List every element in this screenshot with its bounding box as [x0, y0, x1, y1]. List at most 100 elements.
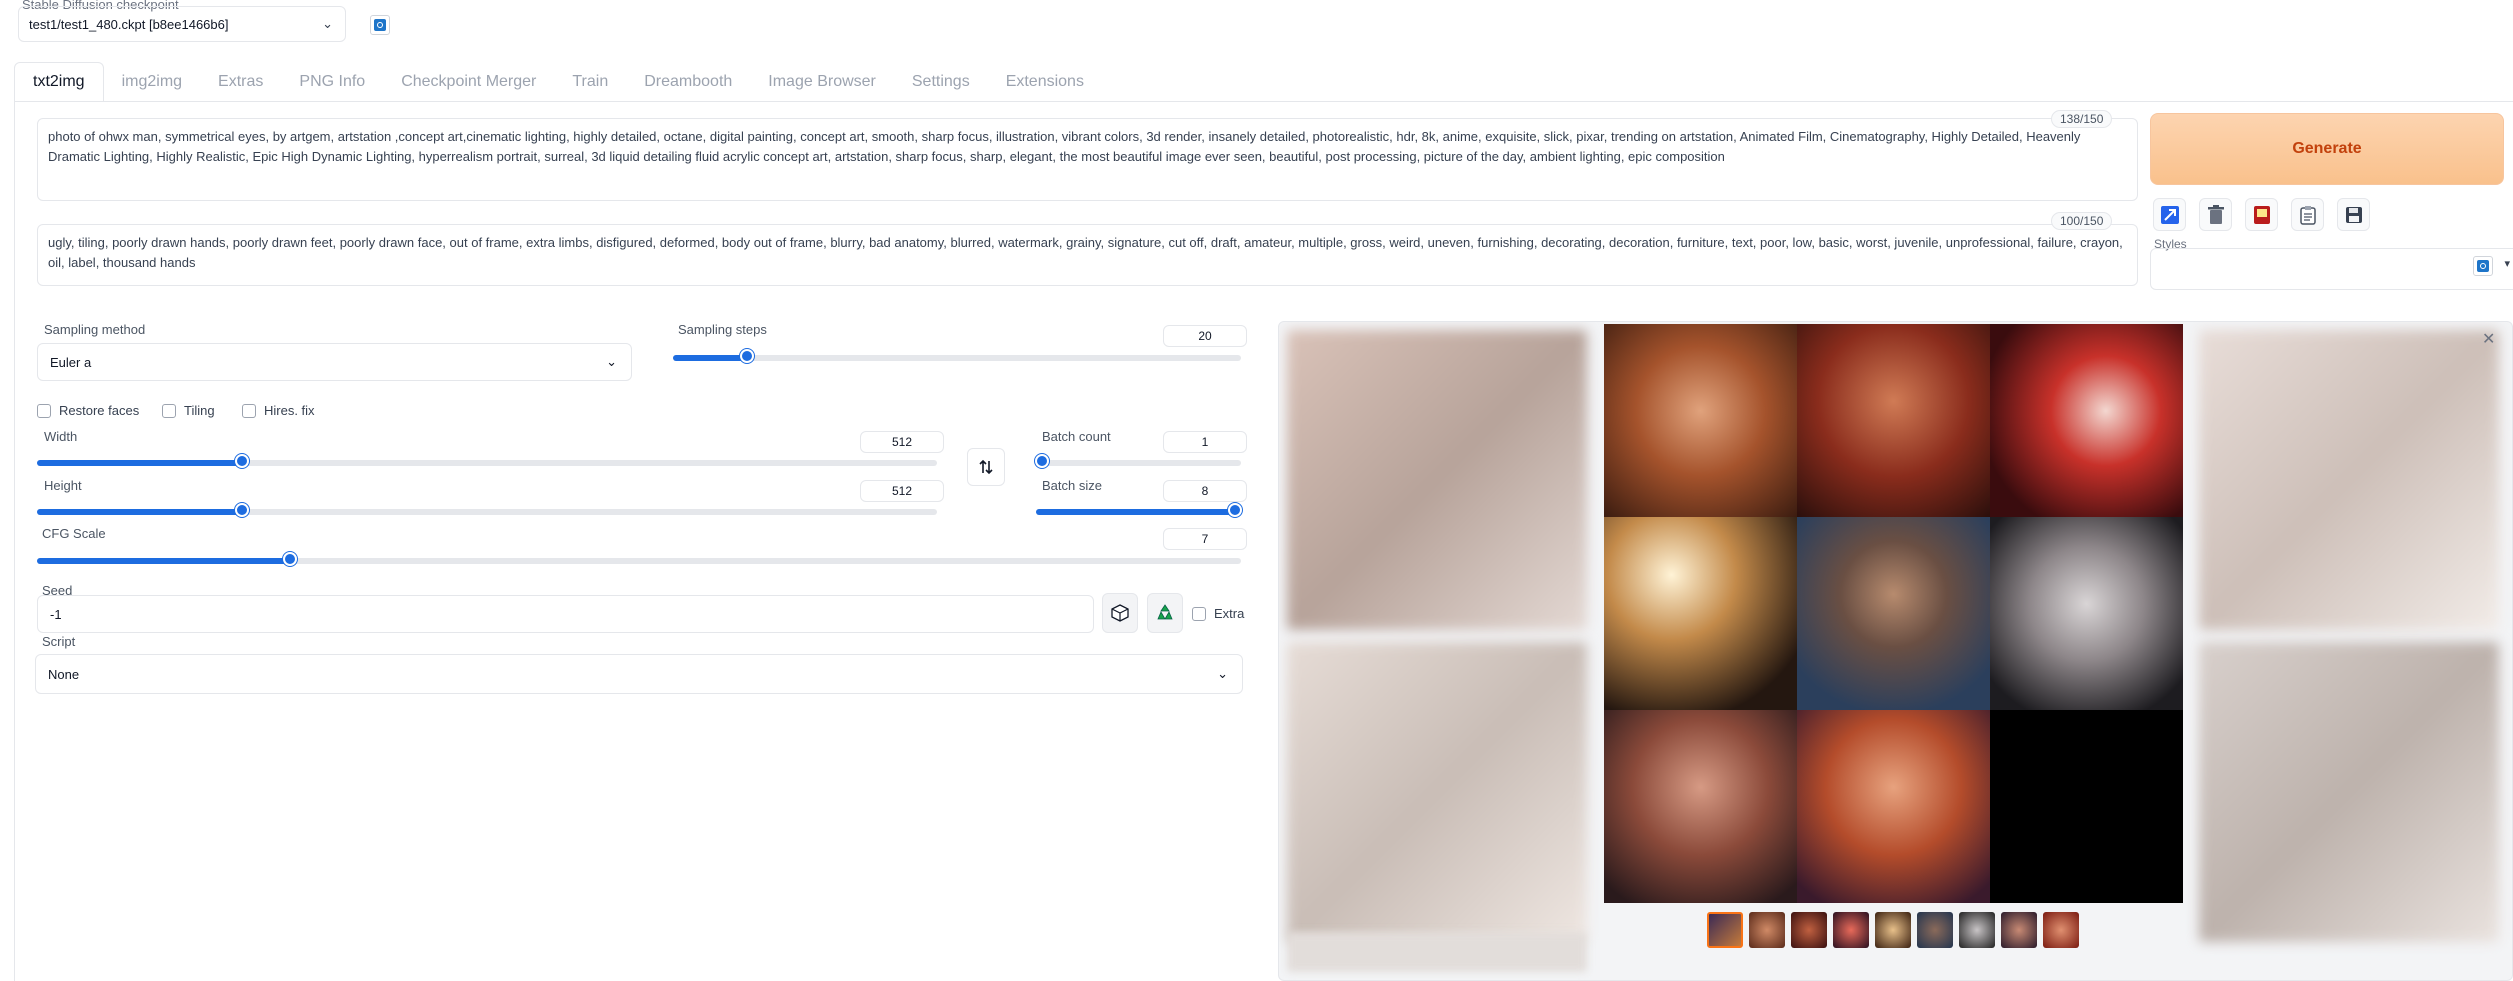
- sampling-method-select[interactable]: Euler a ⌄: [37, 343, 632, 381]
- slider-thumb[interactable]: [235, 503, 250, 517]
- prompt-text: photo of ohwx man, symmetrical eyes, by …: [48, 129, 2081, 164]
- generated-image-7[interactable]: [1604, 710, 1797, 903]
- slider-fill: [37, 558, 290, 564]
- show-extra-networks-button[interactable]: [2245, 198, 2278, 231]
- gallery-background-blur: [1287, 330, 1587, 630]
- apply-style-button[interactable]: [2291, 198, 2324, 231]
- tab-settings[interactable]: Settings: [894, 62, 988, 102]
- tiling-checkbox-row[interactable]: Tiling: [162, 403, 215, 418]
- extra-seed-checkbox[interactable]: [1192, 606, 1206, 621]
- tab-divider: [14, 101, 2513, 102]
- generated-image-5[interactable]: [1797, 517, 1990, 710]
- dropdown-arrow-icon: ▾: [2504, 258, 2510, 270]
- floppy-disk-icon: [2345, 206, 2362, 223]
- swap-dimensions-button[interactable]: [967, 448, 1005, 486]
- reuse-seed-button[interactable]: [1147, 593, 1183, 633]
- cfg-scale-input[interactable]: 7: [1163, 528, 1247, 550]
- generated-image-4[interactable]: [1604, 517, 1797, 710]
- thumbnail-1[interactable]: [1749, 912, 1785, 948]
- chevron-down-icon: ⌄: [606, 354, 617, 369]
- tab-extensions[interactable]: Extensions: [988, 62, 1102, 102]
- generated-image-2[interactable]: [1797, 324, 1990, 517]
- hires-fix-checkbox[interactable]: [242, 403, 256, 418]
- seed-value: -1: [50, 606, 62, 622]
- tab-train[interactable]: Train: [554, 62, 626, 102]
- slider-thumb[interactable]: [1035, 454, 1049, 468]
- cfg-scale-slider[interactable]: [37, 552, 1241, 566]
- thumbnail-4[interactable]: [1875, 912, 1911, 948]
- tab-img2img[interactable]: img2img: [104, 62, 200, 102]
- slider-thumb[interactable]: [739, 349, 754, 363]
- generated-image-1[interactable]: [1604, 324, 1797, 517]
- clear-prompt-button[interactable]: [2199, 198, 2232, 231]
- sampling-method-label: Sampling method: [44, 322, 146, 337]
- thumbnail-2[interactable]: [1791, 912, 1827, 948]
- thumbnail-grid[interactable]: [1707, 912, 1743, 948]
- batch-count-input[interactable]: 1: [1163, 431, 1247, 453]
- extra-seed-checkbox-row[interactable]: Extra: [1192, 606, 1244, 621]
- random-seed-dice-icon: [1111, 604, 1129, 622]
- slider-thumb[interactable]: [282, 552, 297, 566]
- generated-image-empty: [1990, 710, 2183, 903]
- batch-count-slider[interactable]: [1035, 454, 1241, 468]
- tab-bar: txt2img img2img Extras PNG Info Checkpoi…: [14, 62, 1102, 102]
- slider-fill: [37, 509, 243, 515]
- negative-prompt-text: ugly, tiling, poorly drawn hands, poorly…: [48, 235, 2123, 270]
- thumbnail-6[interactable]: [1959, 912, 1995, 948]
- swap-dimensions-icon: [979, 459, 993, 475]
- thumbnail-7[interactable]: [2001, 912, 2037, 948]
- reuse-seed-recycle-icon: [1157, 604, 1173, 620]
- script-select[interactable]: None ⌄: [35, 654, 1243, 694]
- tab-extras[interactable]: Extras: [200, 62, 281, 102]
- read-params-button[interactable]: [2153, 198, 2186, 231]
- batch-size-input[interactable]: 8: [1163, 480, 1247, 502]
- sampling-steps-input[interactable]: 20: [1163, 325, 1247, 347]
- cfg-scale-label: CFG Scale: [42, 526, 106, 541]
- sampling-steps-slider[interactable]: [673, 349, 1241, 363]
- thumbnail-8[interactable]: [2043, 912, 2079, 948]
- tiling-checkbox[interactable]: [162, 403, 176, 418]
- tab-checkpoint-merger[interactable]: Checkpoint Merger: [383, 62, 554, 102]
- checkpoint-select[interactable]: test1/test1_480.ckpt [b8ee1466b6] ⌄: [18, 6, 346, 42]
- sampling-steps-label: Sampling steps: [678, 322, 767, 337]
- thumbnail-3[interactable]: [1833, 912, 1869, 948]
- script-value: None: [48, 666, 80, 682]
- refresh-checkpoint-button[interactable]: [370, 15, 390, 35]
- panel-left-border: [14, 101, 15, 981]
- slider-thumb[interactable]: [235, 454, 250, 468]
- clipboard-icon: [2299, 205, 2316, 225]
- tab-dreambooth[interactable]: Dreambooth: [626, 62, 750, 102]
- close-icon[interactable]: ✕: [2482, 329, 2495, 349]
- generated-image-6[interactable]: [1990, 517, 2183, 710]
- gallery-background-blur: [2199, 330, 2499, 630]
- seed-input[interactable]: -1: [37, 595, 1094, 633]
- sampling-method-value: Euler a: [50, 354, 92, 370]
- gallery-background-blur: [1287, 932, 1587, 972]
- height-slider[interactable]: [37, 503, 937, 517]
- batch-size-slider[interactable]: [1036, 503, 1242, 517]
- refresh-styles-button[interactable]: [2473, 256, 2493, 276]
- slider-thumb[interactable]: [1228, 503, 1242, 517]
- width-label: Width: [44, 429, 78, 444]
- generated-image-3[interactable]: [1990, 324, 2183, 517]
- restore-faces-label: Restore faces: [59, 403, 140, 418]
- generated-image-8[interactable]: [1797, 710, 1990, 903]
- restore-faces-checkbox[interactable]: [37, 403, 51, 418]
- save-style-button[interactable]: [2337, 198, 2370, 231]
- height-input[interactable]: 512: [860, 480, 944, 502]
- gallery-background-blur: [1287, 642, 1587, 942]
- tab-txt2img[interactable]: txt2img: [14, 62, 104, 102]
- tab-image-browser[interactable]: Image Browser: [750, 62, 894, 102]
- output-gallery: ✕: [1278, 321, 2513, 981]
- thumbnail-5[interactable]: [1917, 912, 1953, 948]
- restore-faces-checkbox-row[interactable]: Restore faces: [37, 403, 139, 418]
- hires-fix-checkbox-row[interactable]: Hires. fix: [242, 403, 315, 418]
- generate-button[interactable]: Generate: [2150, 113, 2504, 185]
- width-input[interactable]: 512: [860, 431, 944, 453]
- random-seed-button[interactable]: [1102, 593, 1138, 633]
- width-slider[interactable]: [37, 454, 937, 468]
- prompt-textarea[interactable]: photo of ohwx man, symmetrical eyes, by …: [37, 118, 2138, 201]
- tab-png-info[interactable]: PNG Info: [281, 62, 383, 102]
- negative-prompt-textarea[interactable]: ugly, tiling, poorly drawn hands, poorly…: [37, 224, 2138, 286]
- styles-select[interactable]: ▾: [2150, 248, 2513, 290]
